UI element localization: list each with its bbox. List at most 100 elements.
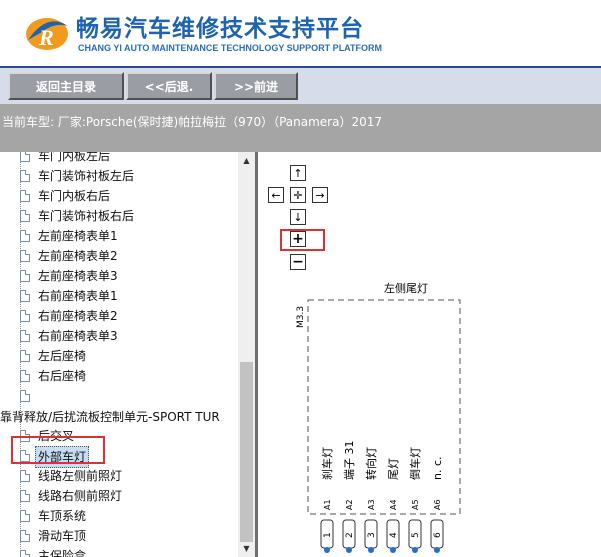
pin-id-label: A5 (411, 499, 420, 510)
tree-item[interactable]: 线路左侧前照灯 (0, 466, 238, 486)
document-icon (20, 230, 30, 242)
tree-item[interactable]: 右前座椅表单1 (0, 286, 238, 306)
pin-number: 1 (323, 532, 333, 538)
tree-item-label: 滑动车顶 (38, 529, 87, 543)
vehicle-info-bar: 当前车型: 厂家:Porsche(保时捷)帕拉梅拉（970）（Panamera）… (0, 104, 601, 152)
minus-icon[interactable]: − (290, 254, 306, 270)
pin-number: 2 (345, 532, 355, 538)
tree-scrollbar[interactable]: ▲ ▼ (238, 152, 255, 557)
tree-item[interactable] (0, 386, 238, 406)
document-icon (20, 530, 30, 542)
component-outline (307, 299, 461, 515)
pin-number: 3 (367, 532, 377, 538)
tree-item-label: 车门内板左后 (38, 152, 111, 163)
back-button[interactable]: <<后退. (126, 72, 212, 100)
zoom-in-highlight-box (280, 229, 325, 251)
document-icon (20, 170, 30, 182)
tree-item-label: 线路左侧前照灯 (38, 469, 123, 483)
tree-parent-item[interactable]: 靠背释放/后扰流板控制单元-SPORT TUR (0, 407, 238, 427)
tree-item[interactable]: 主保险盒 (0, 546, 238, 557)
document-icon (20, 190, 30, 202)
document-icon (20, 250, 30, 262)
tree-item[interactable]: 线路右侧前照灯 (0, 486, 238, 506)
document-icon (20, 470, 30, 482)
wire-junction-dot (434, 547, 440, 553)
arrow-left-icon[interactable]: ← (268, 187, 284, 203)
home-button[interactable]: 返回主目录 (8, 72, 124, 100)
pin-function-label: 转向灯 (364, 447, 378, 480)
component-title: 左侧尾灯 (384, 282, 428, 295)
tree-item[interactable]: 左前座椅表单3 (0, 266, 238, 286)
tree-item-label: 车顶系统 (38, 509, 87, 523)
selection-highlight-box (11, 436, 105, 464)
tree-item-label: 主保险盒 (38, 549, 87, 557)
tree-item[interactable]: 左前座椅表单2 (0, 246, 238, 266)
tree-item[interactable]: 车门内板右后 (0, 186, 238, 206)
tail-light-schematic: 左侧尾灯 M3.3 刹车灯 A1 1 端子 31 A2 2 转向灯 A3 3 尾灯 A4 4 倒车灯 A5… (296, 282, 461, 553)
pin-function-label: 刹车灯 (320, 447, 334, 480)
tree-item[interactable]: 车门装饰衬板左后 (0, 166, 238, 186)
tree-item[interactable]: 右后座椅 (0, 366, 238, 386)
document-icon (20, 490, 30, 502)
tree-item[interactable]: 车顶系统 (0, 506, 238, 526)
scroll-thumb[interactable] (240, 362, 253, 542)
connector-id: M3.3 (296, 306, 306, 328)
pin-group: 刹车灯 A1 1 端子 31 A2 2 转向灯 A3 3 尾灯 A4 4 倒车灯 A5 5 n. c. A6 6 (320, 441, 444, 553)
arrow-up-icon[interactable]: ↑ (290, 165, 306, 181)
current-vehicle-text: 当前车型: 厂家:Porsche(保时捷)帕拉梅拉（970）（Panamera）… (2, 115, 382, 129)
forward-button[interactable]: >>前进 (214, 72, 298, 100)
tree-item-label: 右后座椅 (38, 369, 87, 383)
component-tree: 车门内板左后车门装饰衬板左后车门内板右后 车门装饰衬板右后左前座椅表单1 左前座椅表… (0, 152, 238, 557)
document-icon (20, 270, 30, 282)
wire-junction-dot (368, 547, 374, 553)
tree-item-label: 左前座椅表单2 (38, 249, 118, 263)
pin-id-label: A2 (345, 499, 354, 510)
pin-function-label: n. c. (431, 456, 444, 480)
site-subtitle: CHANG YI AUTO MAINTENANCE TECHNOLOGY SUP… (78, 43, 383, 53)
wire-junction-dot (390, 547, 396, 553)
document-icon (20, 370, 30, 382)
arrow-down-icon[interactable]: ↓ (290, 209, 306, 225)
site-title: 畅易汽车维修技术支持平台 (76, 16, 364, 42)
pin-id-label: A1 (323, 499, 332, 510)
tree-item[interactable]: 右前座椅表单3 (0, 326, 238, 346)
logo-icon: R (26, 18, 68, 50)
pin-number: 4 (389, 532, 399, 538)
scroll-down-icon[interactable]: ▼ (238, 540, 255, 557)
tree-item[interactable]: 车门装饰衬板右后 (0, 206, 238, 226)
tree-item-label: 右前座椅表单3 (38, 329, 118, 343)
tree-item[interactable]: 左后座椅 (0, 346, 238, 366)
pin-function-label: 倒车灯 (408, 447, 422, 480)
tree-item-label: 靠背释放/后扰流板控制单元-SPORT TUR (0, 410, 220, 424)
tree-item[interactable]: 左前座椅表单1 (0, 226, 238, 246)
tree-item-label: 线路右侧前照灯 (38, 489, 123, 503)
nav-toolbar: 返回主目录 <<后退. >>前进 (0, 66, 601, 106)
document-icon (20, 310, 30, 322)
pin-id-label: A4 (389, 499, 398, 510)
arrow-right-icon[interactable]: → (312, 187, 328, 203)
pin-id-label: A6 (433, 499, 442, 510)
pin-number: 6 (433, 532, 443, 538)
wire-junction-dot (412, 547, 418, 553)
move-center-icon[interactable]: ✛ (290, 187, 306, 203)
tree-item-label: 左前座椅表单1 (38, 229, 118, 243)
document-icon (20, 350, 30, 362)
tree-item-label: 左前座椅表单3 (38, 269, 118, 283)
tree-item[interactable]: 车门内板左后 (0, 152, 238, 166)
document-icon (20, 550, 30, 557)
tree-item-label: 右前座椅表单1 (38, 289, 118, 303)
wire-junction-dot (324, 547, 330, 553)
scroll-up-icon[interactable]: ▲ (238, 152, 255, 169)
document-icon (20, 390, 30, 402)
pin-function-label: 尾灯 (387, 458, 400, 480)
tree-item-label: 车门装饰衬板左后 (38, 169, 135, 183)
pin-function-label: 端子 31 (343, 441, 356, 481)
document-icon (20, 290, 30, 302)
pin-number: 5 (411, 532, 421, 538)
tree-item[interactable]: 右前座椅表单2 (0, 306, 238, 326)
tree-item-label: 左后座椅 (38, 349, 87, 363)
app-header: R 畅易汽车维修技术支持平台 CHANG YI AUTO MAINTENANCE… (0, 0, 601, 66)
svg-text:R: R (38, 25, 54, 50)
document-icon (20, 510, 30, 522)
tree-item[interactable]: 滑动车顶 (0, 526, 238, 546)
